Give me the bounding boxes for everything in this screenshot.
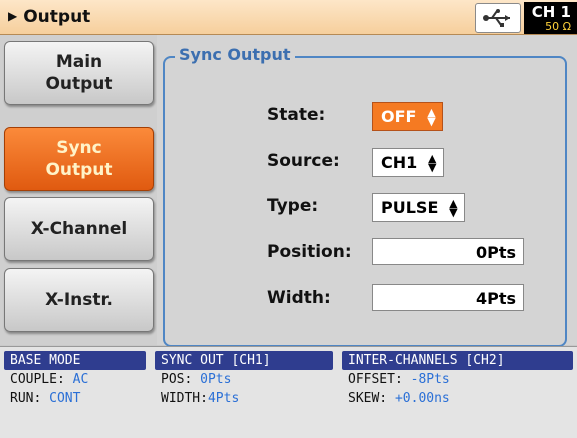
offset-line: OFFSET: -8Pts — [342, 370, 573, 389]
main-output-label-1: Main — [55, 52, 103, 72]
base-mode-title: BASE MODE — [4, 351, 146, 370]
inter-channels-title: INTER-CHANNELS [CH2] — [342, 351, 573, 370]
pos-label: POS: — [161, 372, 193, 387]
source-label: Source: — [267, 151, 340, 171]
sync-out-title: SYNC OUT [CH1] — [155, 351, 333, 370]
state-value: OFF — [381, 107, 417, 126]
sync-output-label-2: Output — [45, 160, 113, 180]
usb-icon — [475, 3, 521, 33]
skew-value: +0.00ns — [394, 391, 450, 406]
state-label: State: — [267, 105, 326, 125]
couple-line: COUPLE: AC — [4, 370, 146, 389]
pos-value: 0Pts — [200, 372, 232, 387]
sync-output-group: Sync Output State: OFF ▲ ▼ Source: CH1 ▲ ▼… — [163, 45, 567, 347]
base-mode-pane: BASE MODE COUPLE: AC RUN: CONT — [4, 351, 146, 408]
sync-out-pane: SYNC OUT [CH1] POS: 0Pts WIDTH:4Pts — [155, 351, 333, 408]
sync-output-button[interactable]: Sync Output — [4, 127, 154, 191]
x-instr-button[interactable]: X-Instr. — [4, 268, 154, 332]
up-down-arrow-icon[interactable]: ▲ ▼ — [424, 107, 442, 127]
width-field[interactable]: 4Pts — [372, 284, 524, 311]
couple-value: AC — [72, 372, 89, 387]
width-label: Width: — [267, 288, 331, 308]
inter-channels-pane: INTER-CHANNELS [CH2] OFFSET: -8Pts SKEW:… — [342, 351, 573, 408]
x-channel-label: X-Channel — [30, 219, 128, 239]
main-panel: Sync Output State: OFF ▲ ▼ Source: CH1 ▲ ▼… — [157, 35, 577, 347]
sync-output-label-1: Sync — [56, 138, 102, 158]
main-output-label-2: Output — [45, 74, 113, 94]
source-select[interactable]: CH1 ▲ ▼ — [372, 148, 445, 177]
type-label: Type: — [267, 196, 319, 216]
run-value: CONT — [49, 391, 81, 406]
x-instr-label: X-Instr. — [45, 290, 113, 310]
pos-line: POS: 0Pts — [155, 370, 333, 389]
side-menu: Main Output Sync Output X-Channel X-Instr. — [0, 35, 157, 345]
up-down-arrow-icon[interactable]: ▲ ▼ — [425, 153, 443, 173]
up-down-arrow-icon[interactable]: ▲ ▼ — [446, 198, 464, 218]
channel-name: CH 1 — [531, 3, 571, 21]
page-title-text: Output — [23, 7, 91, 27]
run-line: RUN: CONT — [4, 389, 146, 408]
main-output-button[interactable]: Main Output — [4, 41, 154, 105]
run-label: RUN: — [10, 391, 42, 406]
status-bar: BASE MODE COUPLE: AC RUN: CONT SYNC OUT … — [0, 346, 577, 438]
source-value: CH1 — [381, 153, 418, 172]
play-arrow-icon: ▶ — [8, 9, 18, 23]
type-select[interactable]: PULSE ▲ ▼ — [372, 193, 466, 222]
skew-label: SKEW: — [348, 391, 388, 406]
title-bar: ▶ Output CH 1 50 Ω — [0, 0, 577, 35]
skew-line: SKEW: +0.00ns — [342, 389, 573, 408]
type-value: PULSE — [381, 198, 439, 217]
x-channel-button[interactable]: X-Channel — [4, 197, 154, 261]
offset-value: -8Pts — [410, 372, 450, 387]
position-field[interactable]: 0Pts — [372, 238, 524, 265]
width-line: WIDTH:4Pts — [155, 389, 333, 408]
page-title: ▶ Output — [8, 7, 90, 27]
width-status-value: 4Pts — [207, 391, 240, 406]
channel-badge[interactable]: CH 1 50 Ω — [524, 2, 577, 34]
state-select[interactable]: OFF ▲ ▼ — [372, 102, 444, 131]
channel-impedance: 50 Ω — [545, 20, 571, 33]
width-status-label: WIDTH: — [161, 391, 208, 406]
offset-label: OFFSET: — [348, 372, 403, 387]
group-title: Sync Output — [175, 45, 295, 64]
position-label: Position: — [267, 242, 352, 262]
couple-label: COUPLE: — [10, 372, 65, 387]
